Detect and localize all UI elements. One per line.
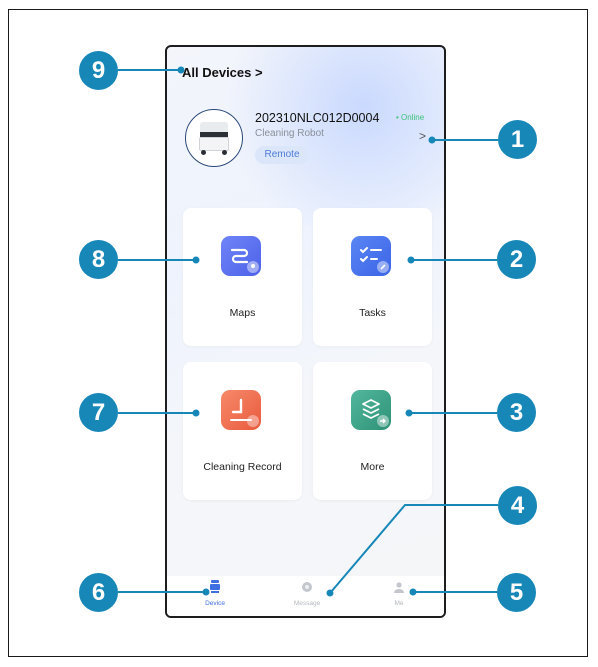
cleaning-record-card[interactable]: Cleaning Record [183,362,302,500]
task-list-icon [351,236,391,276]
device-icon [210,580,220,593]
clock-icon [221,390,261,430]
callout-2: 2 [497,240,536,279]
tab-device-label: Device [205,600,225,607]
callout-7: 7 [79,393,118,432]
more-card[interactable]: More [313,362,432,500]
robot-lid [200,122,228,132]
remote-button[interactable]: Remote [255,146,309,164]
callout-8: 8 [79,240,118,279]
message-icon [302,582,312,592]
tab-message-label: Message [293,600,321,607]
callout-5: 5 [497,573,536,612]
robot-avatar[interactable] [185,109,243,167]
device-type: Cleaning Robot [255,128,324,139]
device-details-chevron[interactable]: > [419,129,426,143]
robot-wheel-left [201,150,206,155]
callout-1: 1 [498,120,537,159]
bottom-tab-bar: Device Message Me [167,576,444,616]
layers-icon [351,390,391,430]
tab-me-label: Me [394,600,404,607]
person-icon [394,582,404,593]
callout-9: 9 [79,51,118,90]
tab-message[interactable]: Message [277,580,337,607]
tasks-card[interactable]: Tasks [313,208,432,346]
all-devices-link[interactable]: All Devices > [182,65,263,80]
callout-6: 6 [79,573,118,612]
maps-label: Maps [229,307,256,319]
online-status: • Online [396,113,425,122]
callout-3: 3 [497,393,536,432]
cleaning-record-label: Cleaning Record [203,461,282,473]
map-route-icon [221,236,261,276]
phone-screen: All Devices > 202310NLC012D0004 • Online… [165,45,446,618]
maps-card[interactable]: Maps [183,208,302,346]
tab-device[interactable]: Device [185,580,245,607]
callout-4: 4 [498,486,537,525]
device-name: 202310NLC012D0004 [255,111,380,125]
tab-me[interactable]: Me [369,580,429,607]
more-label: More [360,461,385,473]
robot-wheel-right [222,150,227,155]
tasks-label: Tasks [359,307,386,319]
robot-body [199,137,229,151]
